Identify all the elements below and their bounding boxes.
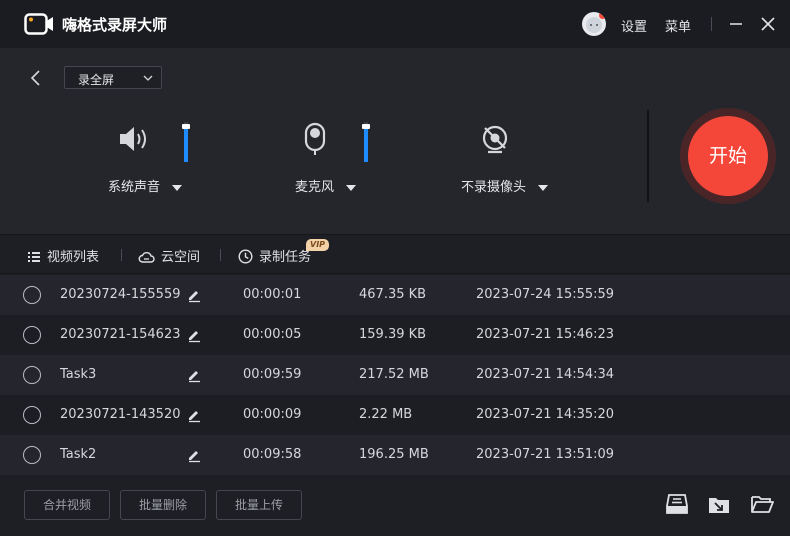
- tab-divider: [220, 249, 221, 261]
- microphone-volume-handle[interactable]: [362, 124, 370, 129]
- app-title: 嗨格式录屏大师: [62, 16, 168, 34]
- recording-name: 20230721-143520: [60, 407, 181, 422]
- minimize-icon[interactable]: [726, 14, 746, 34]
- tab-video-list-label: 视频列表: [47, 250, 100, 265]
- system-audio-dropdown[interactable]: 系统声音: [108, 176, 183, 195]
- row-select-radio[interactable]: [23, 406, 41, 424]
- edit-icon[interactable]: [186, 327, 202, 343]
- edit-icon[interactable]: [186, 287, 202, 303]
- table-row[interactable]: Task2 00:09:58 196.25 MB 2023-07-21 13:51:0…: [0, 435, 790, 475]
- table-row[interactable]: Task3 00:09:59 217.52 MB 2023-07-21 14:54:3…: [0, 355, 790, 395]
- vip-badge: VIP: [306, 239, 330, 251]
- system-audio-label: 系统声音: [108, 180, 161, 195]
- camera-dropdown[interactable]: 不录摄像头: [461, 176, 549, 195]
- table-row[interactable]: 20230721-143520 00:00:09 2.22 MB 2023-07-21…: [0, 395, 790, 435]
- row-select-radio[interactable]: [23, 446, 41, 464]
- compress-icon[interactable]: [665, 493, 689, 515]
- recording-duration: 00:00:01: [243, 287, 302, 302]
- recording-size: 217.52 MB: [359, 367, 429, 382]
- tab-divider: [121, 249, 122, 261]
- recording-duration: 00:00:05: [243, 327, 302, 342]
- system-audio-volume-slider[interactable]: [182, 122, 190, 162]
- camera-logo-icon: [24, 13, 53, 35]
- row-select-radio[interactable]: [23, 366, 41, 384]
- notification-dot: [599, 12, 606, 19]
- back-arrow-icon[interactable]: [28, 68, 44, 88]
- system-audio-volume-handle[interactable]: [182, 124, 190, 129]
- clock-icon: [238, 249, 253, 264]
- recording-size: 2.22 MB: [359, 407, 413, 422]
- footer-bar: 合并视频 批量删除 批量上传: [0, 475, 790, 536]
- edit-icon[interactable]: [186, 367, 202, 383]
- close-icon[interactable]: [758, 14, 778, 34]
- tab-bar: 视频列表 云空间 录制任务 VIP: [0, 234, 790, 274]
- start-recording-button[interactable]: 开始: [688, 116, 768, 196]
- edit-icon[interactable]: [186, 447, 202, 463]
- avatar[interactable]: [582, 12, 606, 36]
- camera-off-icon[interactable]: [480, 124, 510, 156]
- folder-icon[interactable]: [750, 493, 774, 515]
- recording-duration: 00:09:58: [243, 447, 302, 462]
- recording-size: 467.35 KB: [359, 287, 427, 302]
- recording-duration: 00:09:59: [243, 367, 302, 382]
- export-icon[interactable]: [707, 493, 731, 515]
- merge-videos-button[interactable]: 合并视频: [24, 490, 110, 520]
- capture-mode-value: 录全屏: [78, 73, 115, 87]
- recording-date: 2023-07-21 14:35:20: [476, 407, 615, 422]
- edit-icon[interactable]: [186, 407, 202, 423]
- recording-name: Task3: [60, 367, 97, 382]
- caret-down-icon: [172, 184, 183, 191]
- tab-cloud-space[interactable]: 云空间: [138, 246, 200, 265]
- capture-panel: 录全屏 系统声音 麦克风 不录摄像头 开始: [0, 48, 790, 234]
- row-select-radio[interactable]: [23, 286, 41, 304]
- settings-link[interactable]: 设置: [621, 16, 647, 35]
- recording-size: 196.25 MB: [359, 447, 429, 462]
- microphone-volume-fill: [364, 126, 368, 162]
- table-row[interactable]: 20230721-154623 00:00:05 159.39 KB 2023-07-…: [0, 315, 790, 355]
- caret-down-icon: [538, 184, 549, 191]
- caret-down-icon: [346, 184, 357, 191]
- tab-record-tasks[interactable]: 录制任务: [238, 246, 311, 265]
- recording-name: 20230721-154623: [60, 327, 181, 342]
- panel-divider: [647, 110, 649, 202]
- recording-size: 159.39 KB: [359, 327, 427, 342]
- chevron-down-icon: [143, 75, 153, 81]
- table-row[interactable]: 20230724-155559 00:00:01 467.35 KB 2023-07-…: [0, 275, 790, 315]
- row-select-radio[interactable]: [23, 326, 41, 344]
- recording-date: 2023-07-21 14:54:34: [476, 367, 615, 382]
- microphone-label: 麦克风: [295, 180, 335, 195]
- recording-date: 2023-07-21 13:51:09: [476, 447, 615, 462]
- microphone-volume-slider[interactable]: [362, 122, 370, 162]
- microphone-dropdown[interactable]: 麦克风: [295, 176, 357, 195]
- speaker-icon[interactable]: [118, 124, 152, 154]
- batch-upload-button[interactable]: 批量上传: [216, 490, 302, 520]
- titlebar-divider: [711, 17, 712, 31]
- recording-name: Task2: [60, 447, 97, 462]
- recording-date: 2023-07-21 15:46:23: [476, 327, 615, 342]
- recording-date: 2023-07-24 15:55:59: [476, 287, 615, 302]
- microphone-icon[interactable]: [304, 122, 326, 156]
- list-icon: [28, 252, 40, 262]
- cloud-icon: [138, 252, 155, 263]
- tab-video-list[interactable]: 视频列表: [27, 246, 99, 265]
- camera-label: 不录摄像头: [461, 180, 527, 195]
- recording-name: 20230724-155559: [60, 287, 181, 302]
- batch-delete-button[interactable]: 批量删除: [120, 490, 206, 520]
- recording-duration: 00:00:09: [243, 407, 302, 422]
- system-audio-volume-fill: [184, 126, 188, 162]
- tab-cloud-space-label: 云空间: [161, 250, 201, 265]
- tab-record-tasks-label: 录制任务: [259, 250, 312, 265]
- title-bar: 嗨格式录屏大师 设置 菜单: [0, 0, 790, 48]
- menu-link[interactable]: 菜单: [665, 16, 691, 35]
- recording-list: 20230724-155559 00:00:01 467.35 KB 2023-07-…: [0, 275, 790, 475]
- capture-mode-select[interactable]: 录全屏: [64, 66, 162, 89]
